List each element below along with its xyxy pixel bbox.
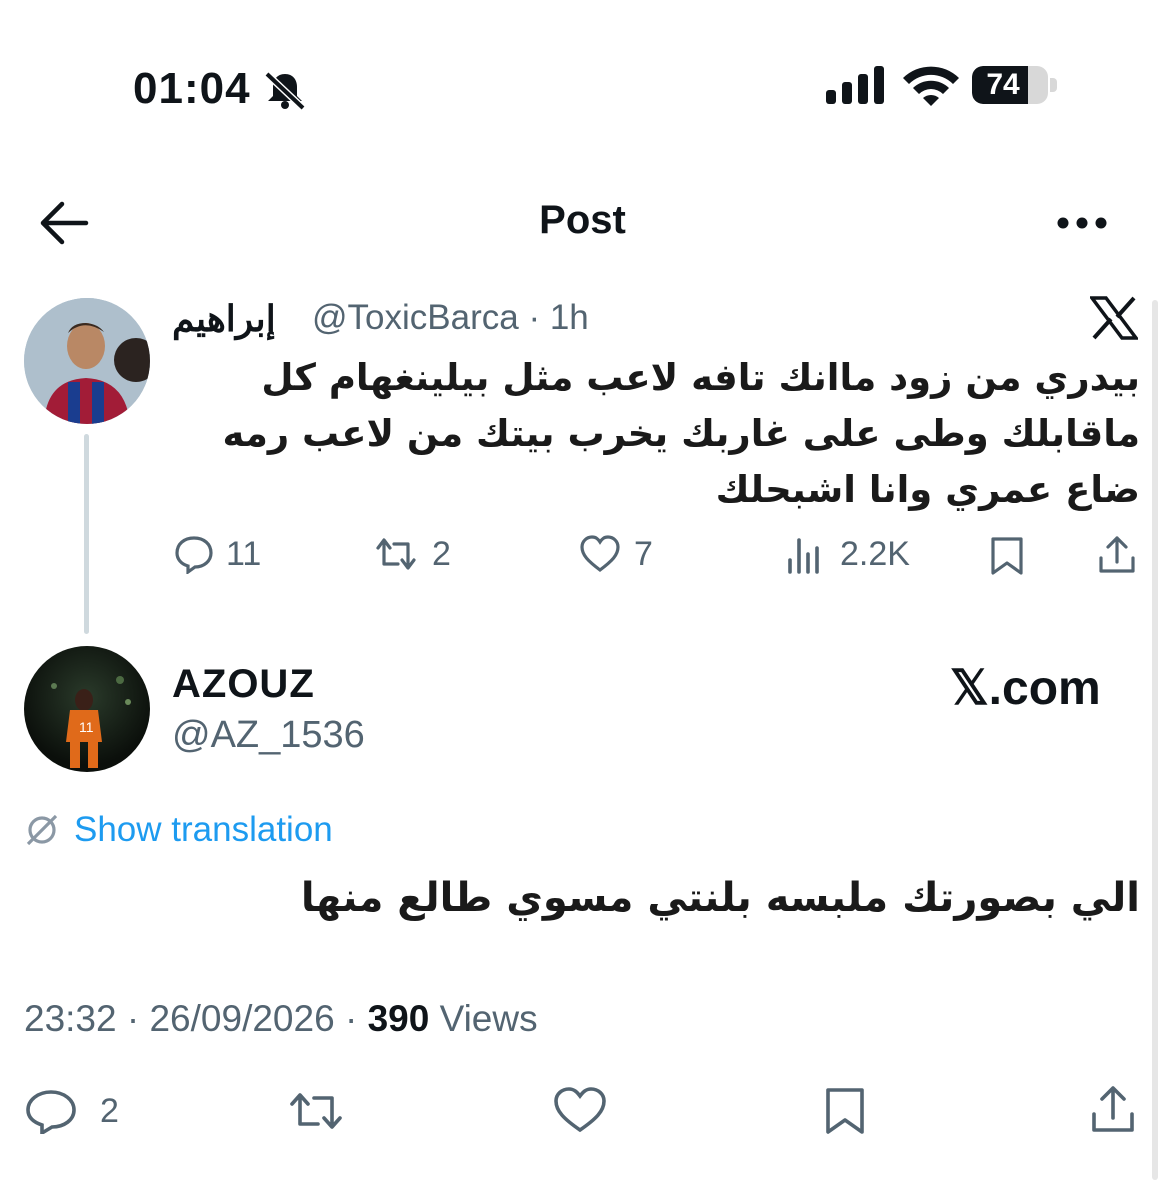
post-text: الي بصورتك ملبسه بلنتي مسوي طالع منها xyxy=(300,875,1140,921)
author-handle[interactable]: @AZ_1536 xyxy=(172,714,365,757)
svg-text:11: 11 xyxy=(79,719,94,735)
more-options-icon[interactable] xyxy=(1056,212,1108,234)
show-translation-label[interactable]: Show translation xyxy=(74,810,333,850)
wifi-icon xyxy=(903,66,959,106)
repost-count: 2 xyxy=(432,534,451,573)
repost-icon[interactable] xyxy=(286,1088,346,1134)
scrollbar[interactable] xyxy=(1152,300,1158,1180)
battery-percentage: 74 xyxy=(986,68,1020,101)
reply-icon xyxy=(175,536,213,574)
post-time: 23:32 xyxy=(24,998,117,1039)
author-display-name[interactable]: AZOUZ xyxy=(172,662,315,707)
page-title: Post xyxy=(539,198,626,242)
like-action[interactable]: 7 xyxy=(578,534,653,574)
post-metadata: 23:32 · 26/09/2026 · 390 Views xyxy=(24,998,538,1039)
reply-action[interactable]: 2 xyxy=(24,1088,119,1134)
bookmark-icon[interactable] xyxy=(822,1086,868,1136)
thread-line xyxy=(84,434,89,634)
x-logo-icon xyxy=(1090,296,1138,340)
post-views-label: Views xyxy=(439,998,538,1039)
parent-display-name[interactable]: إبراهيم xyxy=(172,298,276,340)
cellular-signal-icon xyxy=(826,66,884,104)
parent-post-text: بيدري من زود ماانك تافه لاعب مثل بيلينغه… xyxy=(222,356,1140,511)
translate-icon xyxy=(26,814,58,846)
heart-icon xyxy=(580,535,620,573)
views-action[interactable]: 2.2K xyxy=(784,534,910,574)
post-views-count: 390 xyxy=(367,998,430,1039)
silent-bell-icon xyxy=(264,71,306,110)
avatar[interactable]: 11 xyxy=(24,646,150,772)
post-date: 26/09/2026 xyxy=(149,998,335,1039)
battery-indicator: 74 xyxy=(972,66,1058,106)
share-icon[interactable] xyxy=(1088,1084,1138,1136)
avatar[interactable] xyxy=(24,298,150,424)
repost-icon xyxy=(376,538,416,570)
reply-icon xyxy=(26,1090,76,1134)
like-count: 7 xyxy=(634,534,653,573)
share-icon[interactable] xyxy=(1096,534,1138,576)
heart-icon[interactable] xyxy=(552,1086,608,1134)
views-count: 2.2K xyxy=(840,534,910,573)
parent-handle-age[interactable]: @ToxicBarca · 1h xyxy=(312,298,589,338)
bookmark-icon[interactable] xyxy=(988,536,1026,576)
reply-action[interactable]: 11 xyxy=(174,534,261,574)
reply-count: 11 xyxy=(226,534,262,573)
x-com-watermark: 𝕏.com xyxy=(950,662,1101,715)
show-translation-link[interactable]: Show translation xyxy=(24,810,333,850)
analytics-icon xyxy=(788,538,819,574)
repost-action[interactable]: 2 xyxy=(372,534,451,574)
reply-count: 2 xyxy=(100,1091,119,1130)
status-time: 01:04 xyxy=(133,64,251,113)
parent-age: · 1h xyxy=(528,298,589,337)
parent-handle[interactable]: @ToxicBarca xyxy=(312,298,519,337)
